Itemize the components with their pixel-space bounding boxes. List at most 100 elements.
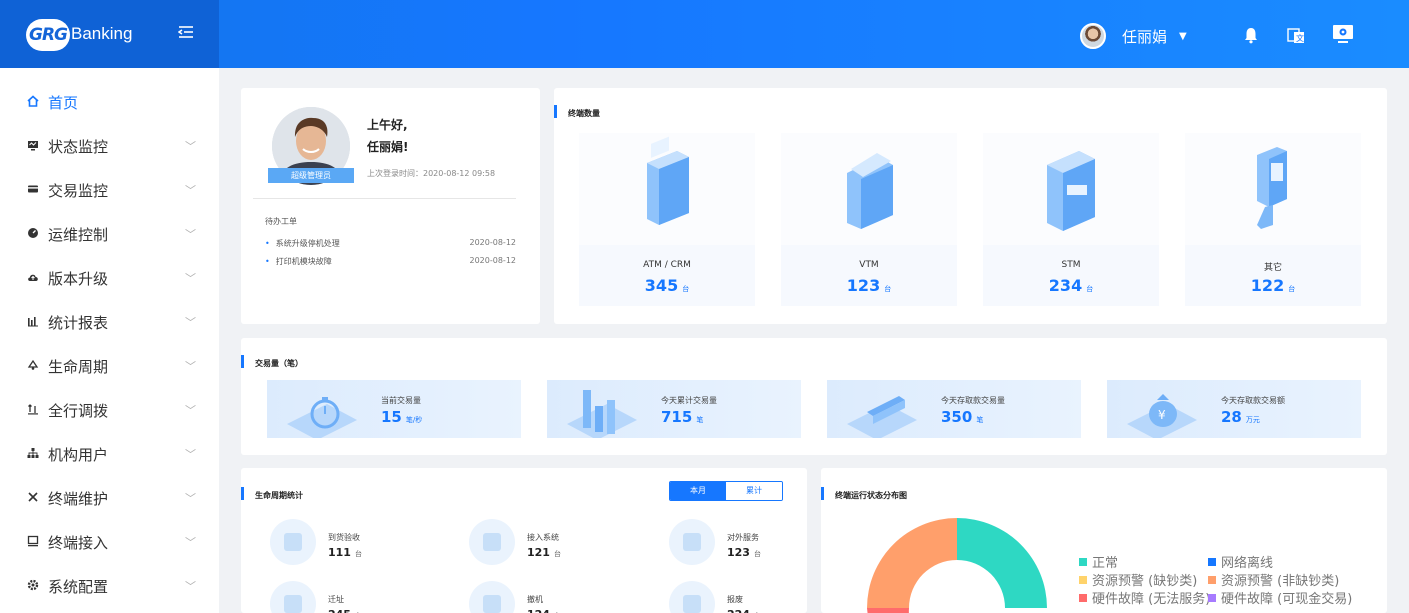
lifecycle-number: 111	[328, 546, 351, 559]
sidebar-item-transaction-monitor[interactable]: 交易监控 ﹀	[0, 168, 219, 212]
legend-label: 正常	[1092, 556, 1119, 571]
todo-date: 2020-08-12	[469, 238, 517, 247]
logo-area: GRG Banking	[0, 0, 219, 68]
open-sign-icon	[669, 519, 715, 565]
sidebar-item-statistics[interactable]: 统计报表 ﹀	[0, 300, 219, 344]
system-access-icon	[469, 519, 515, 565]
sidebar-item-ops-control[interactable]: 运维控制 ﹀	[0, 212, 219, 256]
legend-item[interactable]: 资源预警 (非缺钞类)	[1208, 570, 1339, 589]
terminal-icon	[26, 535, 40, 550]
terminal-type: VTM	[859, 260, 879, 270]
terminal-count: 234 台	[983, 276, 1159, 295]
greeting-name: 任丽娟!	[367, 140, 409, 154]
sidebar-item-label: 运维控制	[48, 225, 109, 244]
sidebar-item-lifecycle[interactable]: 生命周期 ﹀	[0, 344, 219, 388]
txn-stat-current[interactable]: 当前交易量 15 笔/秒	[267, 380, 521, 438]
sidebar-item-label: 生命周期	[48, 357, 109, 376]
txn-value-number: 28	[1221, 408, 1242, 426]
sidebar-item-terminal-access[interactable]: 终端接入 ﹀	[0, 520, 219, 564]
sidebar-item-org-users[interactable]: 机构用户 ﹀	[0, 432, 219, 476]
chevron-down-icon: ﹀	[185, 184, 196, 197]
chevron-down-icon: ﹀	[185, 448, 196, 461]
logo-badge: GRG	[26, 19, 70, 51]
bell-icon[interactable]	[1242, 26, 1260, 48]
terminal-count-value: 122	[1250, 276, 1285, 295]
lifecycle-value: 123 台	[727, 546, 761, 559]
lifecycle-unit: 台	[753, 550, 761, 558]
txn-value: 28 万元	[1221, 407, 1260, 426]
txn-label: 今天累计交易量	[661, 396, 717, 405]
legend-item[interactable]: 网络离线	[1208, 552, 1273, 571]
sidebar-item-status-monitor[interactable]: 状态监控 ﹀	[0, 124, 219, 168]
lifecycle-stat-relocate[interactable]: 迁址 245台	[270, 581, 450, 613]
section-title: 终端运行状态分布图	[821, 487, 907, 501]
terminal-count: 122 台	[1185, 276, 1361, 295]
lifecycle-value: 224台	[727, 608, 761, 613]
lifecycle-label: 接入系统	[527, 533, 559, 542]
legend-item[interactable]: 硬件故障 (无法服务)	[1079, 588, 1210, 607]
stopwatch-icon	[287, 384, 357, 438]
sidebar-item-label: 终端接入	[48, 533, 109, 552]
translate-icon[interactable]: 文	[1287, 26, 1305, 48]
card-icon	[26, 183, 40, 198]
sidebar-item-label: 终端维护	[48, 489, 109, 508]
terminal-unit: 台	[884, 285, 892, 293]
legend-item[interactable]: 硬件故障 (可现金交易)	[1208, 588, 1352, 607]
lifecycle-stat-connected[interactable]: 接入系统 121 台	[469, 519, 649, 565]
trash-icon	[669, 581, 715, 613]
gauge-icon	[26, 227, 40, 242]
todo-text: 打印机模块故障	[275, 257, 332, 266]
terminal-stat-atm[interactable]: ATM / CRM 345 台	[579, 133, 755, 306]
terminal-unit: 台	[682, 285, 690, 293]
menu-collapse-icon[interactable]	[177, 24, 196, 44]
period-toggle: 本月 累计	[669, 481, 783, 501]
terminal-stat-vtm[interactable]: VTM 123 台	[781, 133, 957, 306]
bullet-icon: •	[265, 257, 270, 266]
txn-stat-deposit-count[interactable]: 今天存取款交易量 350 笔	[827, 380, 1081, 438]
chevron-down-icon: ﹀	[185, 316, 196, 329]
terminal-stat-other[interactable]: 其它 122 台	[1185, 133, 1361, 306]
top-bar: GRG Banking 任丽娟 ▼ 文	[0, 0, 1409, 68]
sidebar-item-home[interactable]: 首页	[0, 80, 219, 124]
terminal-stat-stm[interactable]: STM 234 台	[983, 133, 1159, 306]
todo-item[interactable]: • 打印机模块故障 2020-08-12	[265, 256, 516, 267]
terminal-count-value: 234	[1048, 276, 1083, 295]
terminal-count-value: 123	[846, 276, 881, 295]
txn-stat-today-total[interactable]: 今天累计交易量 715 笔	[547, 380, 801, 438]
tab-this-month[interactable]: 本月	[670, 482, 726, 500]
sidebar-item-label: 交易监控	[48, 181, 109, 200]
lifecycle-value: 111 台	[328, 546, 362, 559]
bullet-icon: •	[265, 239, 270, 248]
cart-icon	[469, 581, 515, 613]
chevron-down-icon: ﹀	[185, 272, 196, 285]
tab-cumulative[interactable]: 累计	[726, 482, 782, 500]
svg-text:文: 文	[1296, 33, 1304, 43]
relocate-icon	[270, 581, 316, 613]
sidebar-item-system-config[interactable]: 系统配置 ﹀	[0, 564, 219, 608]
sidebar-item-version-upgrade[interactable]: 版本升级 ﹀	[0, 256, 219, 300]
avatar	[1080, 23, 1106, 49]
status-donut-chart	[867, 518, 1047, 613]
txn-value-number: 15	[381, 408, 402, 426]
upload-cloud-icon	[26, 271, 40, 286]
sidebar-item-label: 统计报表	[48, 313, 109, 332]
legend-item[interactable]: 资源预警 (缺钞类)	[1079, 570, 1197, 589]
stm-illustration-icon	[983, 133, 1159, 245]
user-menu[interactable]: 任丽娟 ▼	[1080, 22, 1187, 50]
txn-stat-deposit-amount[interactable]: ¥ 今天存取款交易额 28 万元	[1107, 380, 1361, 438]
txn-label: 今天存取款交易量	[941, 396, 1005, 405]
lifecycle-stat-arrival[interactable]: 到货验收 111 台	[270, 519, 450, 565]
todo-item[interactable]: • 系统升级停机处理 2020-08-12	[265, 238, 516, 249]
txn-unit: 笔/秒	[405, 416, 423, 424]
legend-item[interactable]: 正常	[1079, 552, 1118, 571]
user-name: 任丽娟	[1122, 27, 1168, 46]
section-title: 交易量（笔）	[241, 355, 303, 369]
sidebar-item-terminal-maintenance[interactable]: 终端维护 ﹀	[0, 476, 219, 520]
arrival-check-icon	[270, 519, 316, 565]
sidebar-item-transfer[interactable]: 全行调拨 ﹀	[0, 388, 219, 432]
sidebar-item-label: 全行调拨	[48, 401, 109, 420]
lifecycle-stat-removed[interactable]: 撤机 124台	[469, 581, 649, 613]
todo-text: 系统升级停机处理	[275, 239, 340, 248]
terminal-count-value: 345	[644, 276, 679, 295]
screen-icon[interactable]	[1332, 24, 1354, 48]
